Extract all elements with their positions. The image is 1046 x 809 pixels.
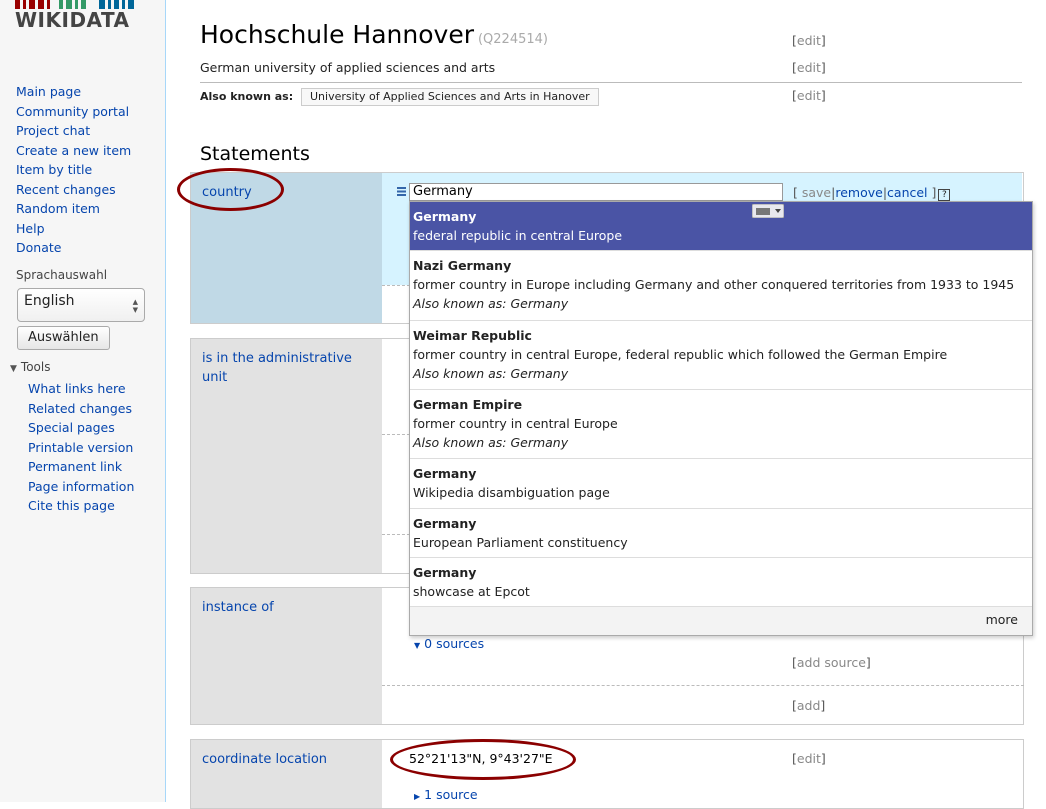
remove-button[interactable]: remove xyxy=(835,185,882,200)
coordinate-edit-label[interactable]: edit xyxy=(797,751,821,766)
statement-group-instance-of-property: instance of xyxy=(190,587,382,725)
add-statement-link[interactable]: [add] xyxy=(792,698,825,713)
value-entity-input[interactable] xyxy=(409,183,783,201)
instance-of-sources-label: 0 sources xyxy=(424,636,485,651)
nav-community-portal[interactable]: Community portal xyxy=(16,102,131,122)
property-instance-of-link[interactable]: instance of xyxy=(202,598,274,617)
add-source-label[interactable]: add source xyxy=(797,655,866,670)
suggestion-label: Germany xyxy=(413,209,477,224)
tool-permanent-link[interactable]: Permanent link xyxy=(28,457,134,477)
nav-create-new-item[interactable]: Create a new item xyxy=(16,141,131,161)
statement-divider xyxy=(382,685,1024,686)
tool-what-links-here[interactable]: What links here xyxy=(28,379,134,399)
nav-project-chat[interactable]: Project chat xyxy=(16,121,131,141)
help-icon[interactable]: ? xyxy=(938,189,951,201)
tool-special-pages[interactable]: Special pages xyxy=(28,418,134,438)
logo-text: WIKIDATA xyxy=(15,8,130,32)
suggestion-aliases: Also known as: Germany xyxy=(413,296,569,311)
tool-printable-version[interactable]: Printable version xyxy=(28,438,134,458)
suggestion-item[interactable]: Germany European Parliament constituency xyxy=(410,509,1032,558)
suggestion-description: federal republic in central Europe xyxy=(413,228,623,243)
property-admin-unit-link[interactable]: is in the administrative unit xyxy=(202,349,372,387)
statements-heading: Statements xyxy=(200,143,310,165)
tool-related-changes[interactable]: Related changes xyxy=(28,399,134,419)
sources-triangle-icon: ▼ xyxy=(414,641,421,650)
more-suggestions-link[interactable]: more xyxy=(986,612,1018,627)
title-edit-link[interactable]: [edit] xyxy=(792,33,826,48)
tool-cite-this-page[interactable]: Cite this page xyxy=(28,496,134,516)
suggestion-item[interactable]: German Empire former country in central … xyxy=(410,390,1032,459)
suggestion-label: Nazi Germany xyxy=(413,258,512,273)
aliases-edit-label[interactable]: edit xyxy=(797,88,821,103)
instance-of-sources-toggle[interactable]: ▼ 0 sources xyxy=(414,636,484,651)
tools-heading[interactable]: ▼ Tools xyxy=(10,360,50,374)
main-navigation: Main page Community portal Project chat … xyxy=(16,82,131,258)
keyboard-icon[interactable] xyxy=(752,204,784,218)
tools-list: What links here Related changes Special … xyxy=(28,379,134,516)
suggestion-description: former country in Europe including Germa… xyxy=(413,277,1015,292)
save-button[interactable]: save xyxy=(802,185,831,200)
aliases-label: Also known as: xyxy=(200,90,294,103)
suggestion-item[interactable]: Germany showcase at Epcot xyxy=(410,558,1032,607)
page-title: Hochschule Hannover (Q224514) xyxy=(200,20,548,49)
suggestion-item[interactable]: Germany Wikipedia disambiguation page xyxy=(410,459,1032,509)
suggestion-aliases: Also known as: Germany xyxy=(413,366,569,381)
nav-random-item[interactable]: Random item xyxy=(16,199,131,219)
suggestions-footer xyxy=(410,607,1032,635)
alias-chip: University of Applied Sciences and Arts … xyxy=(301,88,599,106)
language-heading: Sprachauswahl xyxy=(16,268,108,282)
aliases-edit-link[interactable]: [edit] xyxy=(792,88,826,103)
suggestion-label: Germany xyxy=(413,565,477,580)
tool-page-information[interactable]: Page information xyxy=(28,477,134,497)
cancel-button[interactable]: cancel xyxy=(887,185,928,200)
coordinate-sources-label: 1 source xyxy=(424,787,478,802)
rank-selector-icon[interactable] xyxy=(397,187,406,196)
suggestion-item[interactable]: Nazi Germany former country in Europe in… xyxy=(410,251,1032,321)
entity-suggestions-dropdown: Germany federal republic in central Euro… xyxy=(409,201,1033,636)
item-label: Hochschule Hannover xyxy=(200,20,474,49)
language-select[interactable]: English ▲ ▼ xyxy=(17,288,145,322)
collapse-triangle-icon: ▼ xyxy=(10,364,17,374)
nav-help[interactable]: Help xyxy=(16,219,131,239)
property-coordinate-location-link[interactable]: coordinate location xyxy=(202,750,327,769)
annotation-circle-coordinate xyxy=(390,739,576,780)
suggestion-description: showcase at Epcot xyxy=(413,584,530,599)
description-edit-label[interactable]: edit xyxy=(797,60,821,75)
add-source-link[interactable]: [add source] xyxy=(792,655,871,670)
header-divider xyxy=(200,82,1022,83)
coordinate-edit-link[interactable]: [edit] xyxy=(792,751,826,766)
suggestion-label: Germany xyxy=(413,516,477,531)
item-description: German university of applied sciences an… xyxy=(200,60,496,75)
suggestion-label: Germany xyxy=(413,466,477,481)
suggestion-label: Weimar Republic xyxy=(413,328,532,343)
nav-main-page[interactable]: Main page xyxy=(16,82,131,102)
language-selected-value: English xyxy=(24,293,75,309)
suggestion-description: Wikipedia disambiguation page xyxy=(413,485,610,500)
description-edit-link[interactable]: [edit] xyxy=(792,60,826,75)
suggestion-description: former country in central Europe, federa… xyxy=(413,347,948,362)
suggestion-aliases: Also known as: Germany xyxy=(413,435,569,450)
suggestion-item[interactable]: Germany federal republic in central Euro… xyxy=(410,202,1032,251)
statement-group-admin-unit-property: is in the administrative unit xyxy=(190,338,382,574)
item-qid: (Q224514) xyxy=(477,32,548,47)
annotation-circle-country xyxy=(177,168,284,211)
suggestion-description: former country in central Europe xyxy=(413,416,618,431)
tools-heading-label: Tools xyxy=(20,360,51,374)
nav-item-by-title[interactable]: Item by title xyxy=(16,160,131,180)
nav-donate[interactable]: Donate xyxy=(16,238,131,258)
suggestion-description: European Parliament constituency xyxy=(413,535,628,550)
nav-recent-changes[interactable]: Recent changes xyxy=(16,180,131,200)
add-statement-label[interactable]: add xyxy=(797,698,821,713)
editor-toolbar: [ save|remove|cancel ]? xyxy=(793,185,951,201)
suggestion-label: German Empire xyxy=(413,397,523,412)
suggestion-item[interactable]: Weimar Republic former country in centra… xyxy=(410,321,1032,390)
coordinate-sources-toggle[interactable]: ▶ 1 source xyxy=(414,787,478,802)
sources-triangle-right-icon: ▶ xyxy=(414,792,421,801)
sidebar: WIKIDATA Main page Community portal Proj… xyxy=(0,0,166,802)
title-edit-label[interactable]: edit xyxy=(797,33,821,48)
statement-group-coordinate-property: coordinate location xyxy=(190,739,382,809)
select-arrows-icon: ▲ ▼ xyxy=(132,298,138,314)
language-apply-button[interactable]: Auswählen xyxy=(17,326,110,350)
